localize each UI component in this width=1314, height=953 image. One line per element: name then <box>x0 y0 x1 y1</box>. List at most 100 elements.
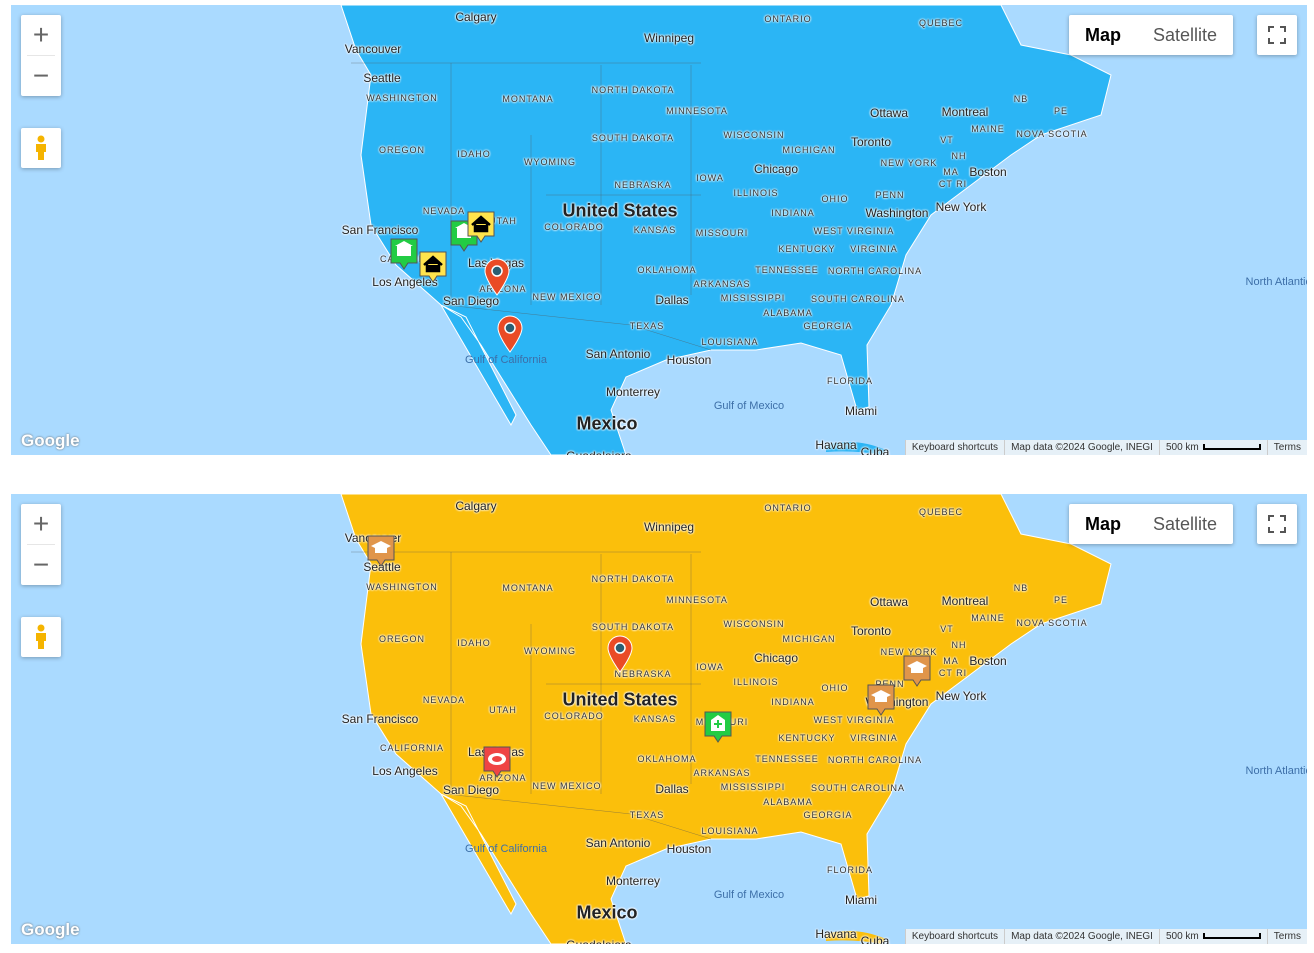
fullscreen-button[interactable] <box>1257 504 1297 544</box>
map-label: MONTANA <box>502 583 554 593</box>
map-label: San Diego <box>442 783 500 797</box>
map-data-text: Map data ©2024 Google, INEGI <box>1004 440 1159 455</box>
map-label: Vancouver <box>344 42 402 56</box>
school-marker[interactable] <box>902 654 932 693</box>
map-label: ALABAMA <box>763 797 813 807</box>
map-label: QUEBEC <box>918 18 964 28</box>
map-label: ARKANSAS <box>693 279 751 289</box>
scale-bar[interactable]: 500 km <box>1158 440 1267 455</box>
keyboard-shortcuts-link[interactable]: Keyboard shortcuts <box>904 929 1004 944</box>
map-type-map-button[interactable]: Map <box>1069 504 1137 544</box>
keyboard-shortcuts-link[interactable]: Keyboard shortcuts <box>904 440 1004 455</box>
map-label: Cuba <box>860 445 890 455</box>
map-label: Montreal <box>941 105 989 119</box>
fullscreen-button[interactable] <box>1257 15 1297 55</box>
map-label: Havana <box>815 438 857 452</box>
map-label: NORTH CAROLINA <box>827 266 923 276</box>
map-2[interactable]: CalgaryVancouverSeattleWASHINGTONOREGONI… <box>11 494 1307 944</box>
terms-link[interactable]: Terms <box>1266 929 1307 944</box>
map-label: Washington <box>865 206 929 220</box>
map-label: IOWA <box>696 662 724 672</box>
zoom-out-button[interactable]: − <box>21 545 61 585</box>
map-label: Boston <box>969 165 1007 179</box>
map-label: NORTH DAKOTA <box>591 85 675 95</box>
map-label: Dallas <box>655 782 689 796</box>
zoom-control: + − <box>21 15 61 96</box>
school-marker[interactable] <box>366 534 396 573</box>
map-label: Ottawa <box>869 595 909 609</box>
map-label: TENNESSEE <box>755 754 819 764</box>
pin-marker[interactable] <box>497 315 523 358</box>
map-label: PE <box>1053 595 1069 605</box>
map-label: NB <box>1013 583 1029 593</box>
hospital-marker[interactable] <box>703 710 733 749</box>
map-label: United States <box>562 200 678 221</box>
map-label: IDAHO <box>457 638 491 648</box>
map-label: TENNESSEE <box>755 265 819 275</box>
map-label: Mexico <box>576 413 638 434</box>
map-label: NEW MEXICO <box>532 781 602 791</box>
map-label: NB <box>1013 94 1029 104</box>
map-label: Seattle <box>363 71 401 85</box>
map-label: MICHIGAN <box>782 145 836 155</box>
map-label: VIRGINIA <box>850 733 898 743</box>
map-label: NH <box>951 151 967 161</box>
map-label: WYOMING <box>524 646 576 656</box>
map-label: GEORGIA <box>803 321 853 331</box>
map-label: Gulf of Mexico <box>713 400 785 412</box>
map-label: KENTUCKY <box>778 244 836 254</box>
map-label: New York <box>935 689 987 703</box>
map-type-satellite-button[interactable]: Satellite <box>1137 504 1233 544</box>
building-marker[interactable] <box>389 237 419 276</box>
attribution-bar: Keyboard shortcuts Map data ©2024 Google,… <box>904 440 1307 455</box>
zoom-out-button[interactable]: − <box>21 56 61 96</box>
map-label: Gulf of California <box>465 843 547 855</box>
map-label: MONTANA <box>502 94 554 104</box>
map-type-control: Map Satellite <box>1069 15 1234 55</box>
map-label: San Francisco <box>341 712 419 726</box>
map-label: Guadalajara <box>566 938 631 944</box>
map-label: Winnipeg <box>643 520 695 534</box>
scale-bar[interactable]: 500 km <box>1158 929 1267 944</box>
map-label: LOUISIANA <box>701 826 759 836</box>
map-label: Los Angeles <box>372 764 438 778</box>
map-label: LOUISIANA <box>701 337 759 347</box>
map-label: COLORADO <box>544 711 604 721</box>
map-label: Calgary <box>455 10 497 24</box>
google-logo: Google <box>21 431 80 450</box>
map-label: PENN <box>875 190 905 200</box>
map-label: WASHINGTON <box>366 93 438 103</box>
map-label: Chicago <box>753 651 799 665</box>
terms-link[interactable]: Terms <box>1266 440 1307 455</box>
map-type-satellite-button[interactable]: Satellite <box>1137 15 1233 55</box>
map-label: VIRGINIA <box>850 244 898 254</box>
street-view-pegman-icon[interactable] <box>21 128 61 168</box>
map-label: MINNESOTA <box>666 595 728 605</box>
zoom-in-button[interactable]: + <box>21 15 61 55</box>
map-label: Ottawa <box>869 106 909 120</box>
map-label: CT RI <box>938 179 968 189</box>
map-label: MINNESOTA <box>666 106 728 116</box>
map-label: NEVADA <box>422 695 466 705</box>
map-label: INDIANA <box>771 697 815 707</box>
map-type-map-button[interactable]: Map <box>1069 15 1137 55</box>
pin-marker[interactable] <box>607 635 633 678</box>
map-label: NEW MEXICO <box>532 292 602 302</box>
map-label: SOUTH DAKOTA <box>591 133 675 143</box>
pin-marker[interactable] <box>484 258 510 301</box>
street-view-pegman-icon[interactable] <box>21 617 61 657</box>
map-label: ONTARIO <box>764 14 812 24</box>
house-marker[interactable] <box>466 210 496 249</box>
map-1[interactable]: Calgary Vancouver Seattle WASHINGTON OREGON I… <box>11 5 1307 455</box>
house-marker[interactable] <box>418 250 448 289</box>
map-label: PE <box>1053 106 1069 116</box>
map-label: UTAH <box>489 705 517 715</box>
stadium-marker[interactable] <box>482 745 512 784</box>
zoom-in-button[interactable]: + <box>21 504 61 544</box>
map-label: NORTH DAKOTA <box>591 574 675 584</box>
map-label: ILLINOIS <box>733 188 779 198</box>
map-label: SOUTH DAKOTA <box>591 622 675 632</box>
school-marker[interactable] <box>866 683 896 722</box>
map-label: FLORIDA <box>826 865 874 875</box>
map-label: CALIFORNIA <box>379 743 445 753</box>
